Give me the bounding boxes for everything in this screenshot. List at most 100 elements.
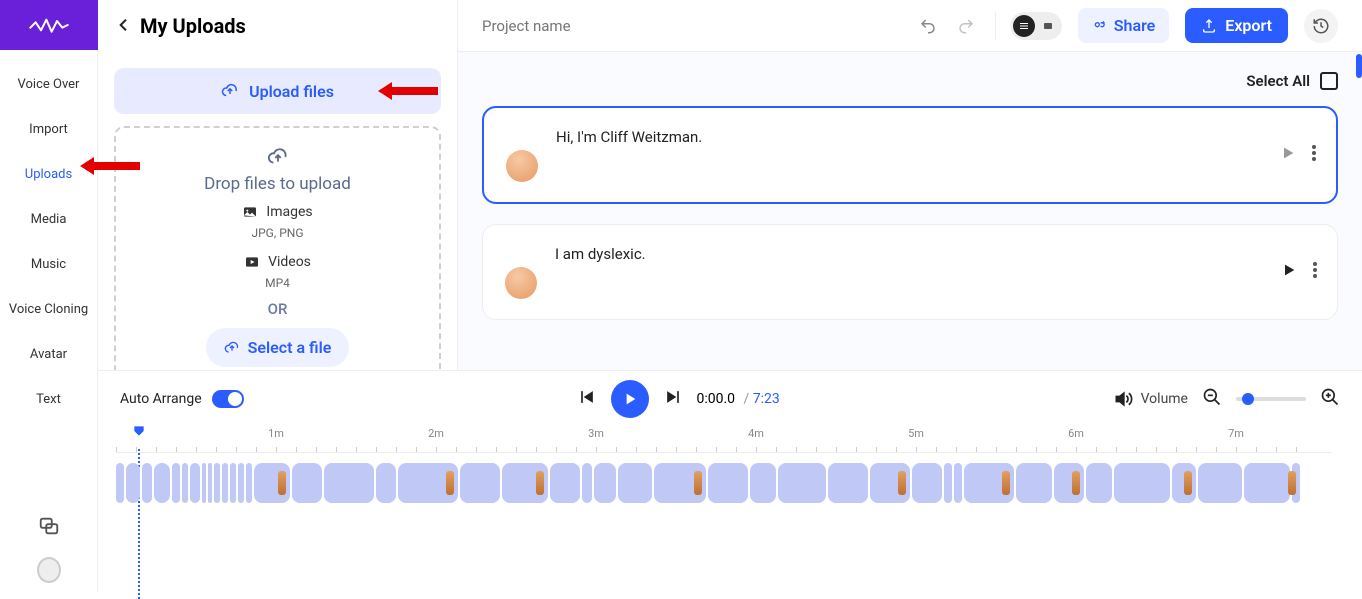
- timeline-clip[interactable]: [190, 463, 200, 503]
- upload-cloud-icon: [126, 146, 429, 168]
- timeline-clip[interactable]: [208, 463, 212, 503]
- timeline: Auto Arrange 0:00.0 / 7:23 Volume: [98, 370, 1362, 592]
- timeline-clip[interactable]: [1172, 463, 1196, 503]
- nav-voice-cloning[interactable]: Voice Cloning: [0, 287, 97, 332]
- zoom-slider[interactable]: [1236, 397, 1306, 401]
- current-time: 0:00.0: [697, 391, 736, 407]
- clip-avatar-thumb: [446, 471, 454, 495]
- block-menu-button[interactable]: [1312, 145, 1316, 165]
- timeline-clip[interactable]: [870, 463, 910, 503]
- text-block[interactable]: I am dyslexic.: [482, 224, 1338, 320]
- timeline-clip[interactable]: [398, 463, 458, 503]
- clip-avatar-thumb: [536, 471, 544, 495]
- clip-avatar-thumb: [898, 471, 906, 495]
- undo-button[interactable]: [913, 11, 943, 41]
- nav-avatar[interactable]: Avatar: [0, 332, 97, 377]
- timeline-clip[interactable]: [254, 463, 290, 503]
- timeline-clip[interactable]: [618, 463, 652, 503]
- redo-button[interactable]: [951, 11, 981, 41]
- dropzone-title: Drop files to upload: [126, 174, 429, 194]
- block-menu-button[interactable]: [1313, 262, 1317, 282]
- annotation-arrow: [80, 157, 140, 175]
- play-button[interactable]: [611, 380, 649, 418]
- timeline-clip[interactable]: [172, 463, 180, 503]
- scroll-handle[interactable]: [1356, 54, 1362, 78]
- zoom-in-button[interactable]: [1320, 387, 1340, 411]
- timeline-clip[interactable]: [778, 463, 826, 503]
- block-text[interactable]: I am dyslexic.: [555, 245, 1315, 299]
- app-logo[interactable]: [0, 0, 98, 50]
- timeline-clip[interactable]: [324, 463, 374, 503]
- user-avatar[interactable]: [37, 558, 61, 582]
- skip-forward-button[interactable]: [663, 387, 683, 411]
- timeline-clip[interactable]: [154, 463, 170, 503]
- text-block[interactable]: Hi, I'm Cliff Weitzman.: [482, 106, 1338, 204]
- nav-voice-over[interactable]: Voice Over: [0, 62, 97, 107]
- timeline-clip[interactable]: [1054, 463, 1084, 503]
- clip-avatar-thumb: [694, 471, 702, 495]
- timeline-clip[interactable]: [594, 463, 616, 503]
- share-button[interactable]: Share: [1078, 8, 1170, 43]
- timeline-track[interactable]: [116, 463, 1332, 503]
- timeline-clip[interactable]: [1292, 463, 1300, 503]
- clip-avatar-thumb: [1002, 471, 1010, 495]
- nav-text[interactable]: Text: [0, 377, 97, 422]
- clip-avatar-thumb: [1184, 471, 1192, 495]
- timeline-clip[interactable]: [502, 463, 548, 503]
- playhead-icon[interactable]: [132, 423, 146, 442]
- view-mode-toggle[interactable]: [1010, 12, 1062, 40]
- timeline-clip[interactable]: [246, 463, 252, 503]
- timeline-clip[interactable]: [214, 463, 220, 503]
- timeline-clip[interactable]: [238, 463, 244, 503]
- timeline-clip[interactable]: [182, 463, 188, 503]
- nav-media[interactable]: Media: [0, 197, 97, 242]
- play-block-button[interactable]: [1281, 262, 1297, 282]
- timeline-clip[interactable]: [460, 463, 500, 503]
- speaker-avatar[interactable]: [506, 150, 538, 182]
- history-button[interactable]: [1304, 9, 1338, 43]
- chat-icon[interactable]: [37, 514, 61, 538]
- project-name-input[interactable]: [482, 17, 905, 35]
- timeline-clip[interactable]: [292, 463, 322, 503]
- timeline-clip[interactable]: [1244, 463, 1290, 503]
- timeline-clip[interactable]: [202, 463, 206, 503]
- timeline-clip[interactable]: [126, 463, 140, 503]
- timeline-clip[interactable]: [750, 463, 776, 503]
- timeline-clip[interactable]: [944, 463, 952, 503]
- timeline-clip[interactable]: [912, 463, 942, 503]
- timeline-clip[interactable]: [116, 463, 124, 503]
- timeline-clip[interactable]: [142, 463, 152, 503]
- select-all-checkbox[interactable]: [1320, 72, 1338, 90]
- play-block-button[interactable]: [1280, 145, 1296, 165]
- volume-button[interactable]: Volume: [1113, 389, 1188, 409]
- timeline-clip[interactable]: [654, 463, 706, 503]
- select-file-button[interactable]: Select a file: [206, 328, 350, 367]
- block-text[interactable]: Hi, I'm Cliff Weitzman.: [556, 128, 1314, 182]
- nav-music[interactable]: Music: [0, 242, 97, 287]
- timeline-clip[interactable]: [376, 463, 396, 503]
- timeline-clip[interactable]: [1086, 463, 1112, 503]
- timeline-clip[interactable]: [582, 463, 592, 503]
- skip-back-button[interactable]: [577, 387, 597, 411]
- timeline-clip[interactable]: [964, 463, 1014, 503]
- timeline-clip[interactable]: [1016, 463, 1052, 503]
- videos-formats: MP4: [126, 276, 429, 290]
- timeline-clip[interactable]: [1114, 463, 1170, 503]
- timeline-clip[interactable]: [230, 463, 236, 503]
- zoom-out-button[interactable]: [1202, 387, 1222, 411]
- export-button[interactable]: Export: [1185, 8, 1288, 43]
- timeline-clip[interactable]: [828, 463, 868, 503]
- export-label: Export: [1225, 16, 1272, 35]
- nav-import[interactable]: Import: [0, 107, 97, 152]
- timeline-clip[interactable]: [1198, 463, 1242, 503]
- speaker-avatar[interactable]: [505, 267, 537, 299]
- auto-arrange-toggle[interactable]: [212, 390, 244, 408]
- image-icon: [242, 204, 258, 220]
- dropzone[interactable]: Drop files to upload Images JPG, PNG Vid…: [114, 126, 441, 379]
- timeline-clip[interactable]: [954, 463, 962, 503]
- timeline-ruler[interactable]: 1m2m3m4m5m6m7m: [116, 427, 1332, 453]
- timeline-clip[interactable]: [708, 463, 748, 503]
- back-icon[interactable]: [116, 16, 132, 36]
- timeline-clip[interactable]: [550, 463, 580, 503]
- timeline-clip[interactable]: [222, 463, 228, 503]
